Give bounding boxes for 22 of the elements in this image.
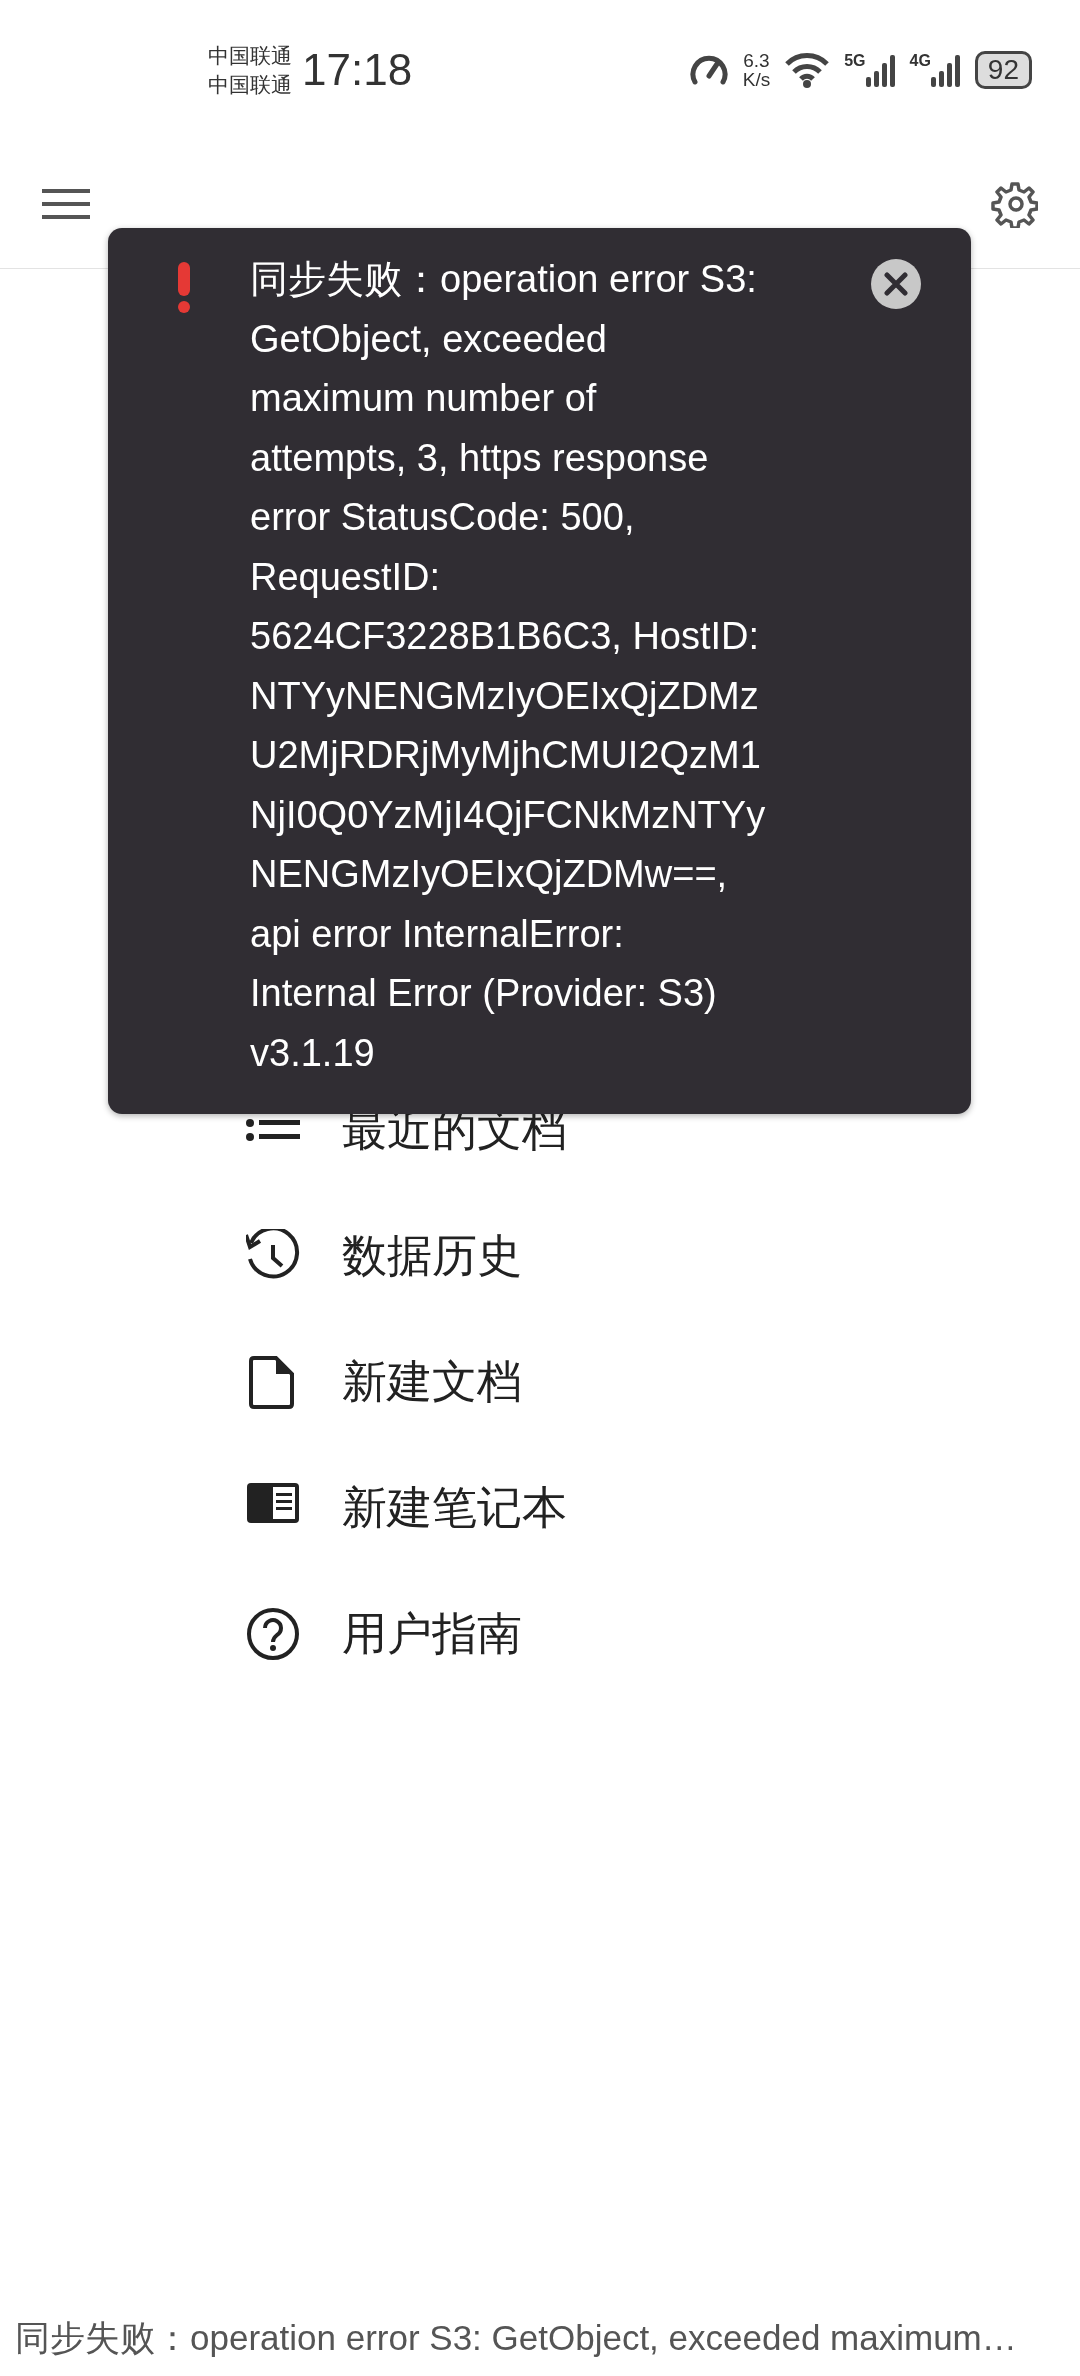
settings-icon[interactable] bbox=[990, 180, 1038, 228]
signal-icon bbox=[865, 53, 896, 87]
close-icon bbox=[884, 272, 908, 296]
battery-indicator: 92 bbox=[974, 51, 1032, 89]
speed-value: 6.3 bbox=[743, 51, 770, 70]
wifi-icon bbox=[784, 52, 831, 88]
menu-icon[interactable] bbox=[42, 187, 90, 221]
close-button[interactable] bbox=[871, 259, 921, 309]
menu-item[interactable]: 新建文档 bbox=[342, 1348, 522, 1416]
speed-unit: K/s bbox=[742, 70, 771, 89]
carrier-label: 中国联通 bbox=[208, 43, 292, 69]
menu-item[interactable]: 数据历史 bbox=[342, 1222, 522, 1290]
clock: 17:18 bbox=[302, 44, 413, 96]
network-label: 4G bbox=[909, 53, 931, 69]
carrier-label: 中国联通 bbox=[208, 72, 292, 98]
help-icon bbox=[246, 1607, 300, 1661]
menu-item[interactable]: 用户指南 bbox=[342, 1600, 522, 1668]
signal-icon bbox=[930, 53, 961, 87]
error-message: 同步失败：operation error S3: GetObject, exceeded maximum number of attempts, 3, https response error StatusCode: 500, RequestID: 5624CF3228B1B6C3, HostID: NTYyNENGMzIyOEIxQjZDMz U2MjRDRjMyMjhCMUI2QzM1 NjI0Q0YzMjI4QjFCNkMzNTYy NENGMzIyOEIxQjZDMw==, api error InternalError: Internal Error (Provider: S3) v3.1.19 bbox=[250, 257, 766, 1076]
menu-item[interactable]: 新建笔记本 bbox=[342, 1474, 567, 1542]
status-message: 同步失败：operation error S3: GetObject, exceeded maximum… bbox=[14, 2316, 1018, 2359]
network-label: 5G bbox=[844, 53, 866, 69]
